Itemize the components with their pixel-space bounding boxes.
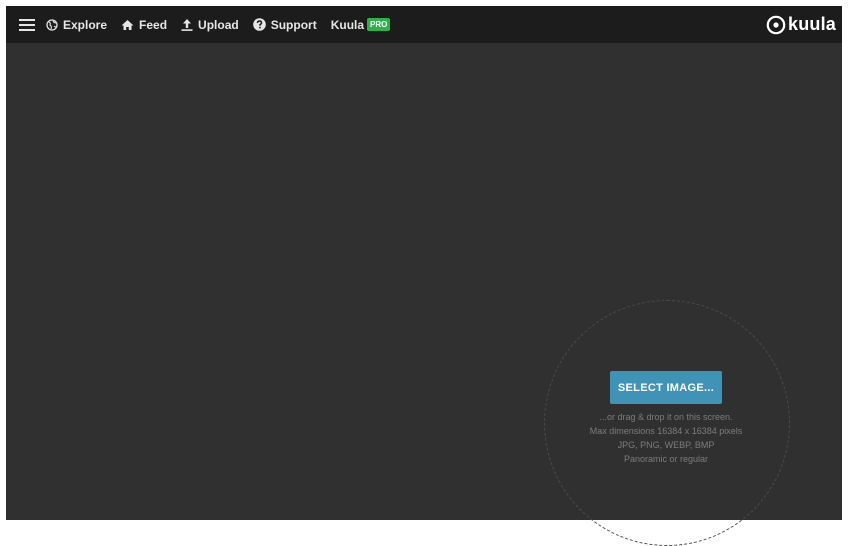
pro-badge: PRO	[367, 18, 391, 31]
top-nav-bar: Explore Feed Upload Support Kuula PRO ku…	[6, 6, 842, 43]
nav-upload-label: Upload	[198, 17, 239, 32]
nav-kuula-pro[interactable]: Kuula PRO	[331, 6, 391, 43]
globe-icon	[46, 18, 58, 31]
hint-max-dimensions: Max dimensions 16384 x 16384 pixels	[589, 426, 743, 436]
nav-feed-label: Feed	[139, 17, 168, 32]
nav-explore-label: Explore	[63, 17, 108, 32]
hint-panoramic: Panoramic or regular	[623, 454, 709, 464]
hint-formats: JPG, PNG, WEBP, BMP	[617, 440, 715, 450]
upload-hints: ...or drag & drop it on this screen. Max…	[560, 410, 772, 466]
nav-kuula-label: Kuula	[330, 17, 365, 32]
hint-drag-drop: ...or drag & drop it on this screen.	[599, 412, 733, 422]
select-image-button[interactable]: SELECT IMAGE...	[610, 371, 722, 404]
nav-support[interactable]: Support	[252, 6, 317, 43]
circle-dot-logo-icon	[766, 15, 786, 34]
nav-links: Explore Feed Upload Support Kuula PRO	[6, 6, 404, 43]
nav-upload[interactable]: Upload	[181, 6, 239, 43]
hamburger-icon	[19, 18, 35, 31]
menu-button[interactable]	[14, 6, 40, 43]
home-icon	[121, 19, 134, 30]
nav-feed[interactable]: Feed	[121, 6, 167, 43]
kuula-logo[interactable]: kuula	[766, 14, 836, 35]
nav-support-label: Support	[270, 17, 317, 32]
nav-explore[interactable]: Explore	[46, 6, 107, 43]
upload-icon	[181, 19, 193, 31]
help-icon	[252, 18, 266, 31]
logo-text: kuula	[787, 14, 836, 34]
